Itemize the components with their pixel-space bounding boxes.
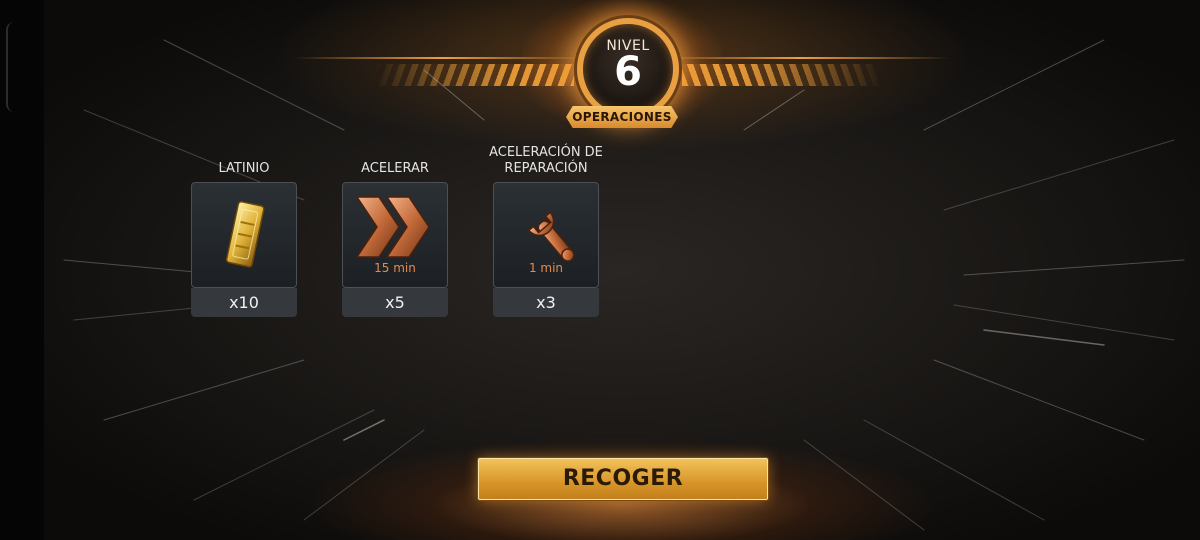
header-line-left	[294, 57, 594, 59]
reward-title: LATINIO	[218, 161, 270, 176]
latinium-bar-icon	[225, 201, 265, 268]
reward-icon-box	[191, 182, 297, 288]
reward-screen: NIVEL 6 OPERACIONES LATINIO x10 ACELERAR…	[44, 0, 1200, 540]
reward-icon-box: 1 min	[493, 182, 599, 288]
reward-icon-box: 15 min	[342, 182, 448, 288]
level-badge: NIVEL 6	[577, 18, 679, 120]
reward-quantity: x3	[493, 288, 599, 317]
header-line-right	[650, 57, 950, 59]
reward-quantity: x5	[342, 288, 448, 317]
device-bezel	[0, 0, 44, 540]
collect-button[interactable]: RECOGER	[478, 458, 768, 500]
reward-title: ACELERAR	[361, 161, 429, 176]
level-number: 6	[614, 49, 642, 95]
operations-banner: OPERACIONES	[566, 106, 678, 128]
reward-quantity: x10	[191, 288, 297, 317]
reward-title: ACELERACIÓN DE REPARACIÓN	[489, 145, 603, 176]
header-stripes-right	[682, 64, 882, 86]
operations-banner-label: OPERACIONES	[572, 110, 672, 124]
reward-duration: 15 min	[374, 261, 416, 275]
header-stripes-left	[374, 64, 574, 86]
reward-duration: 1 min	[528, 261, 564, 275]
